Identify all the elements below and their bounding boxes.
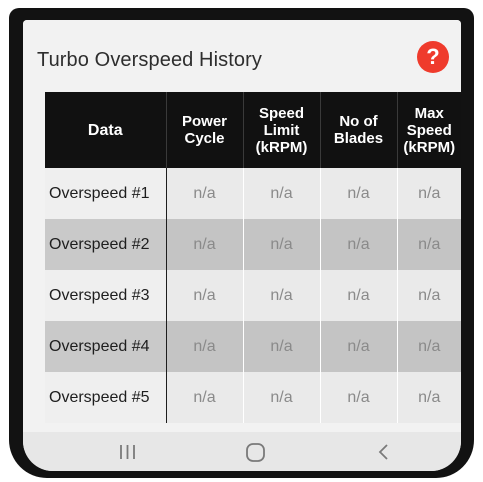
overspeed-table: Data Power Cycle Speed Limit (kRPM) No o… bbox=[45, 92, 461, 423]
cell-max-speed: n/a bbox=[396, 168, 461, 219]
row-label: Overspeed #1 bbox=[45, 168, 167, 219]
column-header-no-of-blades: No of Blades bbox=[319, 92, 397, 168]
row-label: Overspeed #5 bbox=[45, 372, 167, 423]
cell-power-cycle: n/a bbox=[165, 372, 243, 423]
row-label: Overspeed #3 bbox=[45, 270, 167, 321]
cell-no-of-blades: n/a bbox=[319, 321, 397, 372]
cell-speed-limit: n/a bbox=[242, 372, 320, 423]
cell-no-of-blades: n/a bbox=[319, 270, 397, 321]
table-row: Overspeed #3 n/a n/a n/a n/a bbox=[45, 270, 461, 321]
cell-power-cycle: n/a bbox=[165, 321, 243, 372]
page-title: Turbo Overspeed History bbox=[37, 49, 262, 71]
home-button[interactable] bbox=[236, 440, 276, 464]
column-header-max-speed: Max Speed (kRPM) bbox=[396, 92, 461, 168]
home-icon bbox=[246, 443, 265, 462]
table-row: Overspeed #4 n/a n/a n/a n/a bbox=[45, 321, 461, 372]
help-button[interactable]: ? bbox=[417, 41, 449, 73]
recent-apps-button[interactable] bbox=[108, 440, 148, 464]
cell-power-cycle: n/a bbox=[165, 270, 243, 321]
cell-speed-limit: n/a bbox=[242, 168, 320, 219]
cell-speed-limit: n/a bbox=[242, 270, 320, 321]
cell-no-of-blades: n/a bbox=[319, 372, 397, 423]
cell-no-of-blades: n/a bbox=[319, 168, 397, 219]
table-row: Overspeed #2 n/a n/a n/a n/a bbox=[45, 219, 461, 270]
cell-max-speed: n/a bbox=[396, 372, 461, 423]
app-header: Turbo Overspeed History ? bbox=[23, 20, 461, 92]
cell-no-of-blades: n/a bbox=[319, 219, 397, 270]
content-bottom-spacer bbox=[23, 424, 461, 432]
column-header-speed-limit: Speed Limit (kRPM) bbox=[242, 92, 320, 168]
table-header-row: Data Power Cycle Speed Limit (kRPM) No o… bbox=[45, 92, 461, 168]
back-button[interactable] bbox=[363, 440, 403, 464]
table-row: Overspeed #1 n/a n/a n/a n/a bbox=[45, 168, 461, 219]
cell-speed-limit: n/a bbox=[242, 219, 320, 270]
help-icon: ? bbox=[426, 44, 440, 69]
cell-power-cycle: n/a bbox=[165, 219, 243, 270]
app-screen: Turbo Overspeed History ? Data Power Cyc… bbox=[23, 20, 461, 471]
cell-speed-limit: n/a bbox=[242, 321, 320, 372]
cell-max-speed: n/a bbox=[396, 219, 461, 270]
recent-apps-icon bbox=[120, 445, 135, 459]
column-header-power-cycle: Power Cycle bbox=[165, 92, 243, 168]
cell-max-speed: n/a bbox=[396, 270, 461, 321]
cell-max-speed: n/a bbox=[396, 321, 461, 372]
row-label: Overspeed #4 bbox=[45, 321, 167, 372]
column-header-data: Data bbox=[45, 92, 166, 168]
table-row: Overspeed #5 n/a n/a n/a n/a bbox=[45, 372, 461, 423]
row-label: Overspeed #2 bbox=[45, 219, 167, 270]
back-icon bbox=[378, 444, 388, 460]
system-nav-bar bbox=[23, 432, 461, 471]
cell-power-cycle: n/a bbox=[165, 168, 243, 219]
device-frame: Turbo Overspeed History ? Data Power Cyc… bbox=[9, 8, 474, 478]
